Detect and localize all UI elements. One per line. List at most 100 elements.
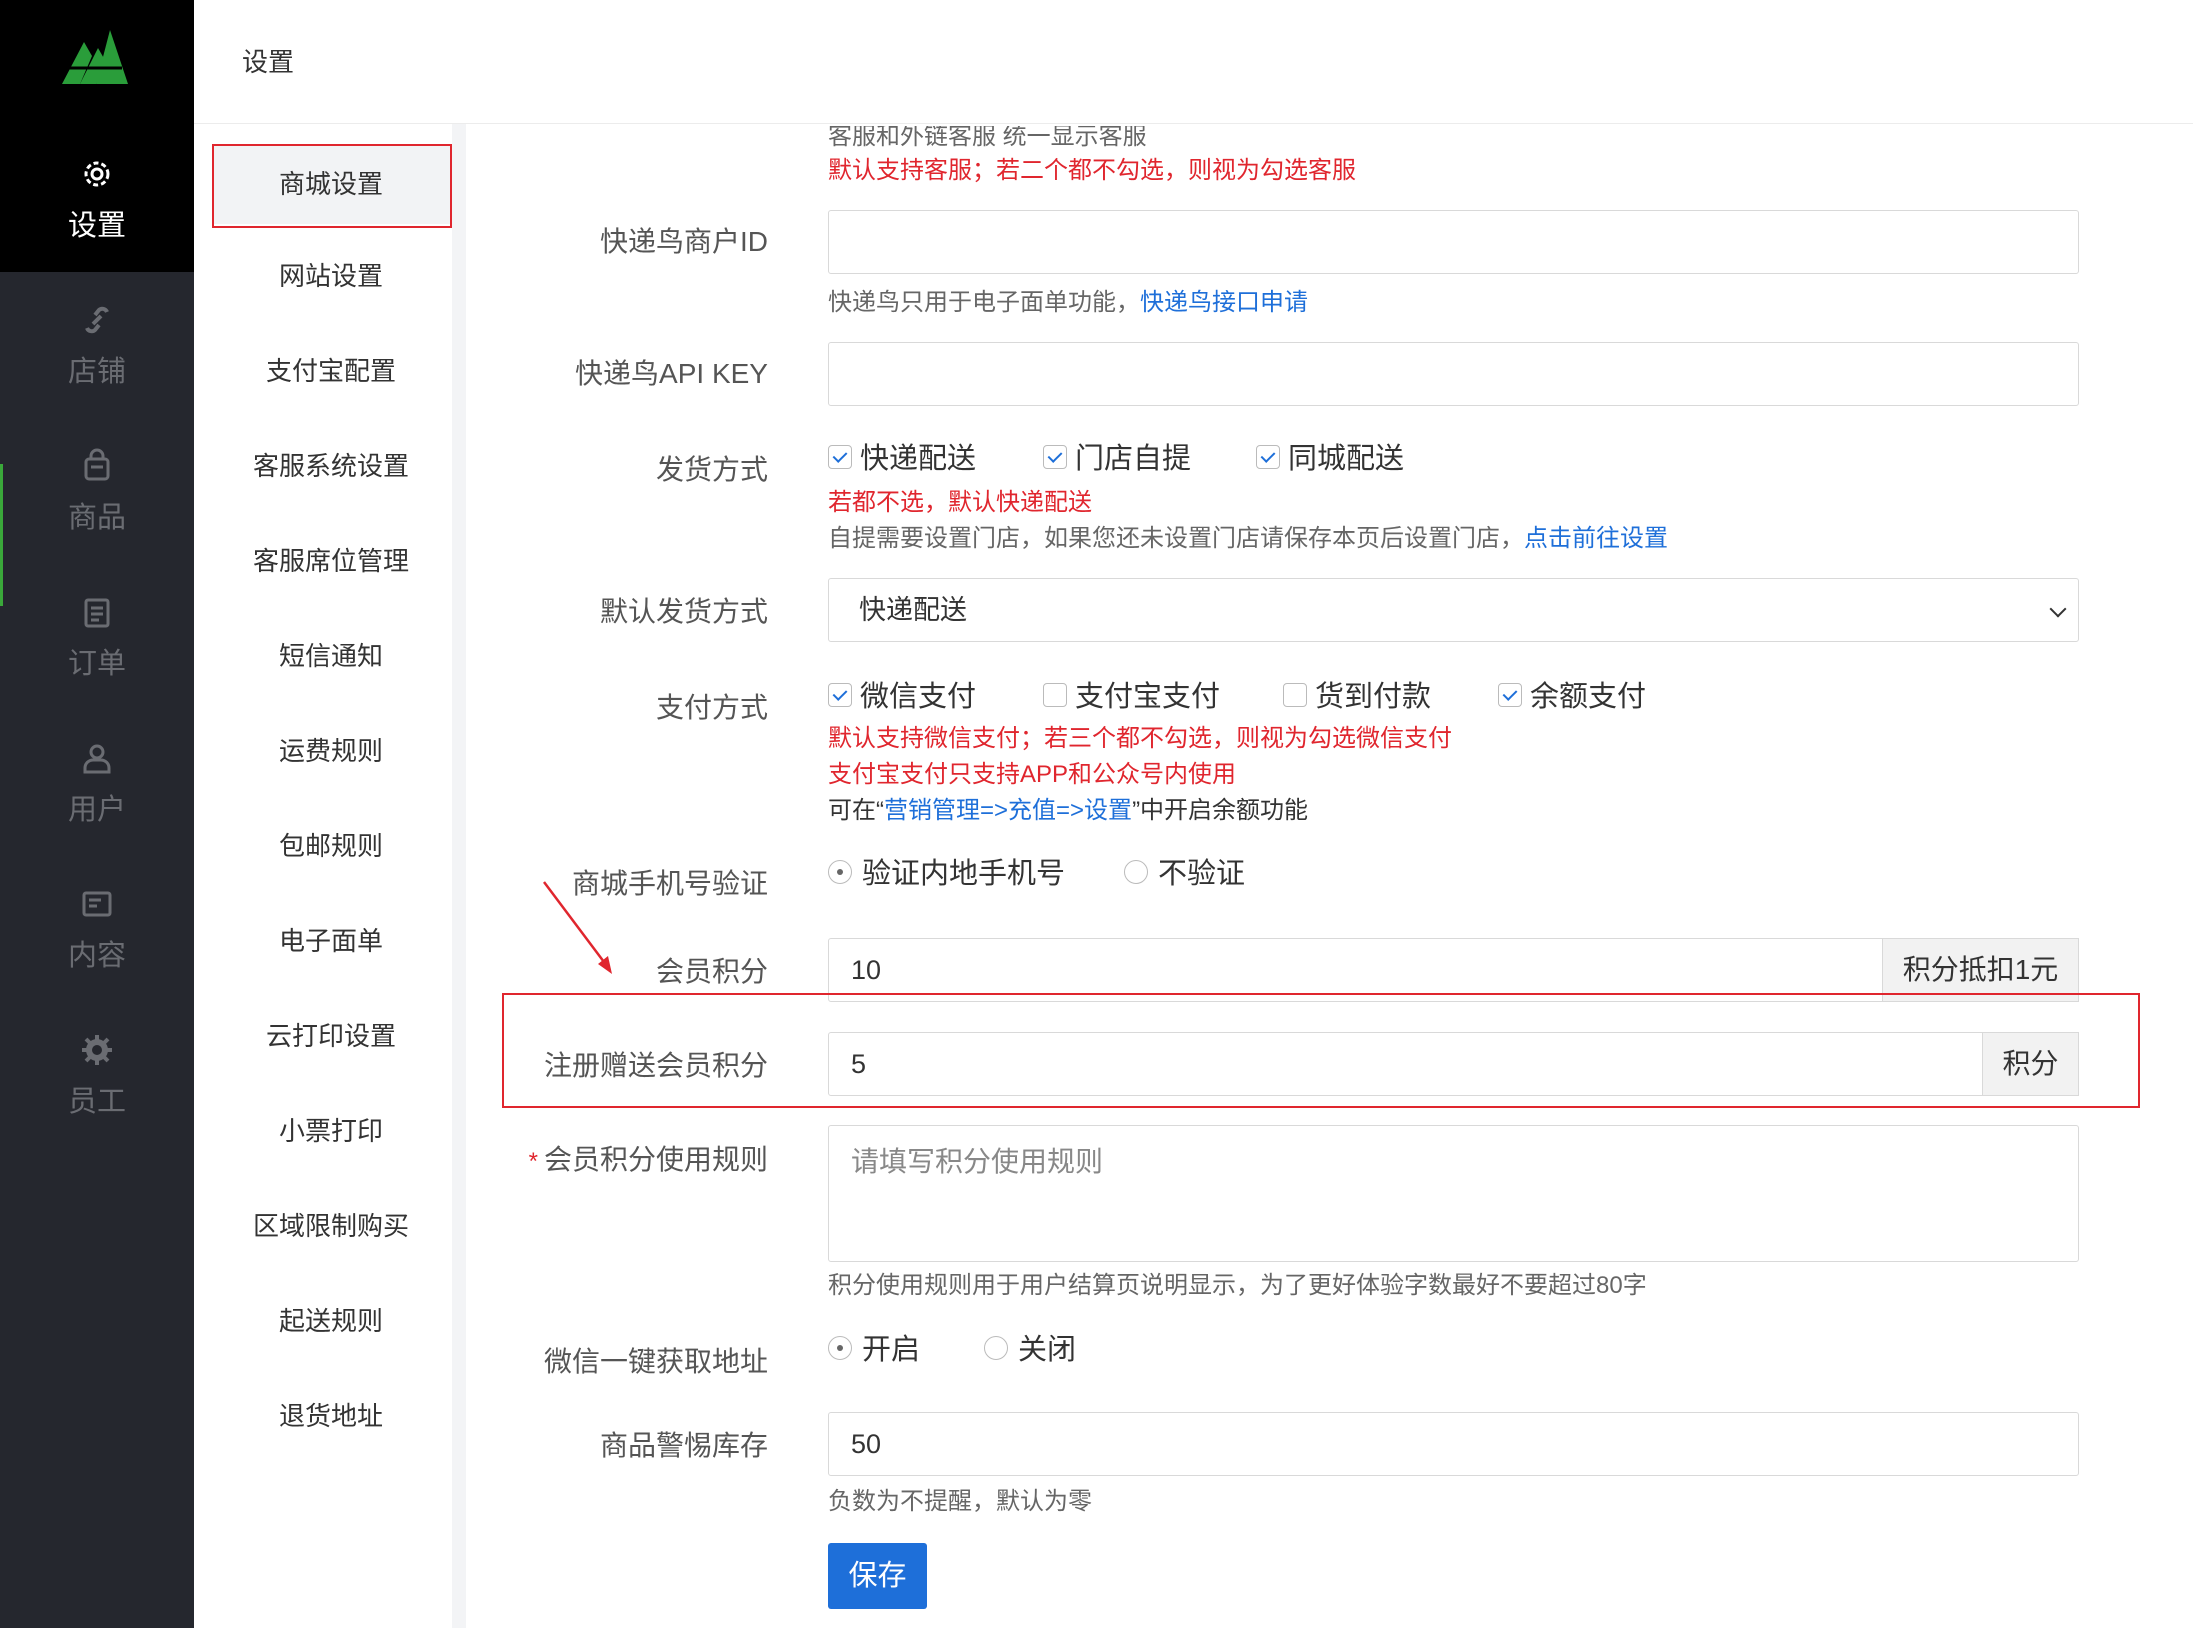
submenu-item-receipt-print[interactable]: 小票打印 [212,1091,450,1171]
link-icon [85,306,109,334]
delivery-option-pickup[interactable]: 门店自提 [1043,441,1191,477]
points-rule-label: * 会员积分使用规则 [468,1138,768,1178]
submenu-item-website[interactable]: 网站设置 [212,236,450,316]
nav-item-label: 店铺 [67,356,126,388]
wechat-address-option-label: 开启 [862,1334,921,1366]
chevron-down-icon [2049,600,2067,618]
nav-item-settings[interactable]: 设置 [0,156,194,302]
payment-option-balance[interactable]: 余额支付 [1498,679,1646,715]
submenu-item-e-waybill[interactable]: 电子面单 [212,901,450,981]
kdn-key-label: 快递鸟API KEY [575,358,768,389]
phone-verify-option-label: 不验证 [1158,858,1246,890]
register-points-input[interactable]: 5 [828,1032,1983,1096]
checkbox-checked-icon[interactable] [1256,445,1280,470]
submenu-item-region-limit[interactable]: 区域限制购买 [212,1186,450,1266]
radio-unselected-icon[interactable] [984,1336,1008,1361]
wechat-address-label: 微信一键获取地址 [543,1346,768,1377]
kdn-id-label: 快递鸟商户ID [599,226,768,257]
wechat-address-option-label: 关闭 [1018,1334,1077,1366]
nav-item-store[interactable]: 店铺 [0,302,194,448]
delivery-option-express[interactable]: 快递配送 [828,441,976,477]
delivery-option-local[interactable]: 同城配送 [1256,441,1404,477]
kdn-id-help: 快递鸟只用于电子面单功能，快递鸟接口申请 [828,282,1308,317]
kdn-apply-link[interactable]: 快递鸟接口申请 [1140,289,1308,316]
kdn-id-help-text: 快递鸟只用于电子面单功能， [828,289,1140,316]
default-delivery-value: 快递配送 [859,595,967,625]
radio-unselected-icon[interactable] [1124,860,1148,885]
submenu-item-cs-seats[interactable]: 客服席位管理 [212,521,450,601]
kdn-id-input[interactable] [828,210,2079,274]
points-rule-help: 积分使用规则用于用户结算页说明显示，为了更好体验字数最好不要超过80字 [828,1272,1647,1299]
checkbox-checked-icon[interactable] [1498,683,1522,708]
delivery-option-label: 快递配送 [860,443,977,475]
nav-item-label: 订单 [67,648,126,680]
delivery-option-label: 同城配送 [1288,443,1405,475]
brand-logo [62,30,128,84]
phone-verify-option-label: 验证内地手机号 [862,858,1066,890]
phone-verify-option-none[interactable]: 不验证 [1124,856,1245,892]
nav-item-label: 员工 [67,1086,126,1118]
page-title: 设置 [242,47,295,77]
submenu-item-free-shipping[interactable]: 包邮规则 [212,806,450,886]
points-label: 会员积分 [655,956,768,987]
required-mark: * [528,1148,538,1175]
payment-label: 支付方式 [655,692,768,723]
nav-item-orders[interactable]: 订单 [0,594,194,740]
default-delivery-select[interactable]: 快递配送 [828,578,2079,642]
submenu-item-cs-system[interactable]: 客服系统设置 [212,426,450,506]
nav-item-products[interactable]: 商品 [0,448,194,594]
delivery-label: 发货方式 [655,454,768,485]
checkbox-unchecked-icon[interactable] [1283,683,1307,708]
nav-item-content[interactable]: 内容 [0,886,194,1032]
payment-help-prefix: 可在“ [828,797,884,824]
checkbox-unchecked-icon[interactable] [1043,683,1067,708]
user-icon [83,744,111,774]
payment-option-label: 支付宝支付 [1075,681,1221,713]
register-points-label: 注册赠送会员积分 [543,1050,768,1081]
submenu-item-sms[interactable]: 短信通知 [212,616,450,696]
save-button[interactable]: 保存 [828,1543,927,1609]
recharge-settings-link[interactable]: 营销管理=>充值=>设置 [884,797,1132,824]
nav-item-label: 设置 [67,210,126,242]
submenu-item-min-delivery[interactable]: 起送规则 [212,1281,450,1361]
register-points-addon: 积分 [1982,1032,2079,1096]
points-rule-textarea[interactable]: 请填写积分使用规则 [828,1125,2079,1262]
content-icon [82,891,112,917]
checkbox-checked-icon[interactable] [828,445,852,470]
payment-help-suffix: ”中开启余额功能 [1132,797,1309,824]
staff-gear-icon [82,1035,112,1065]
payment-option-label: 货到付款 [1315,681,1432,713]
submenu-highlight-box [212,144,452,228]
store-settings-link[interactable]: 点击前往设置 [1524,525,1668,552]
submenu-item-return-address[interactable]: 退货地址 [212,1376,450,1456]
clipboard-icon [84,598,110,628]
nav-item-label: 内容 [67,940,126,972]
submenu-divider [452,124,466,1628]
wechat-address-option-on[interactable]: 开启 [828,1332,920,1368]
top-help-red: 默认支持客服；若二个都不勾选，则视为勾选客服 [828,157,1356,184]
submenu-item-cloud-print[interactable]: 云打印设置 [212,996,450,1076]
payment-option-cod[interactable]: 货到付款 [1283,679,1431,715]
stock-alert-label: 商品警惕库存 [599,1430,768,1461]
nav-item-staff[interactable]: 员工 [0,1032,194,1178]
nav-item-users[interactable]: 用户 [0,740,194,886]
submenu-item-alipay[interactable]: 支付宝配置 [212,331,450,411]
delivery-option-label: 门店自提 [1075,443,1192,475]
checkbox-checked-icon[interactable] [828,683,852,708]
payment-option-wechat[interactable]: 微信支付 [828,679,976,715]
phone-verify-option-mainland[interactable]: 验证内地手机号 [828,856,1065,892]
checkbox-checked-icon[interactable] [1043,445,1067,470]
stock-alert-input[interactable]: 50 [828,1412,2079,1476]
payment-option-alipay[interactable]: 支付宝支付 [1043,679,1220,715]
kdn-key-input[interactable] [828,342,2079,406]
nav-item-label: 用户 [67,794,126,826]
payment-option-label: 微信支付 [860,681,977,713]
radio-selected-icon[interactable] [828,860,852,885]
payment-option-label: 余额支付 [1530,681,1647,713]
delivery-help: 自提需要设置门店，如果您还未设置门店请保存本页后设置门店，点击前往设置 [828,518,1668,553]
submenu-item-shipping-rules[interactable]: 运费规则 [212,711,450,791]
nav-item-label: 商品 [67,502,126,534]
radio-selected-icon[interactable] [828,1336,852,1361]
points-rule-label-text: 会员积分使用规则 [543,1144,768,1175]
wechat-address-option-off[interactable]: 关闭 [984,1332,1076,1368]
